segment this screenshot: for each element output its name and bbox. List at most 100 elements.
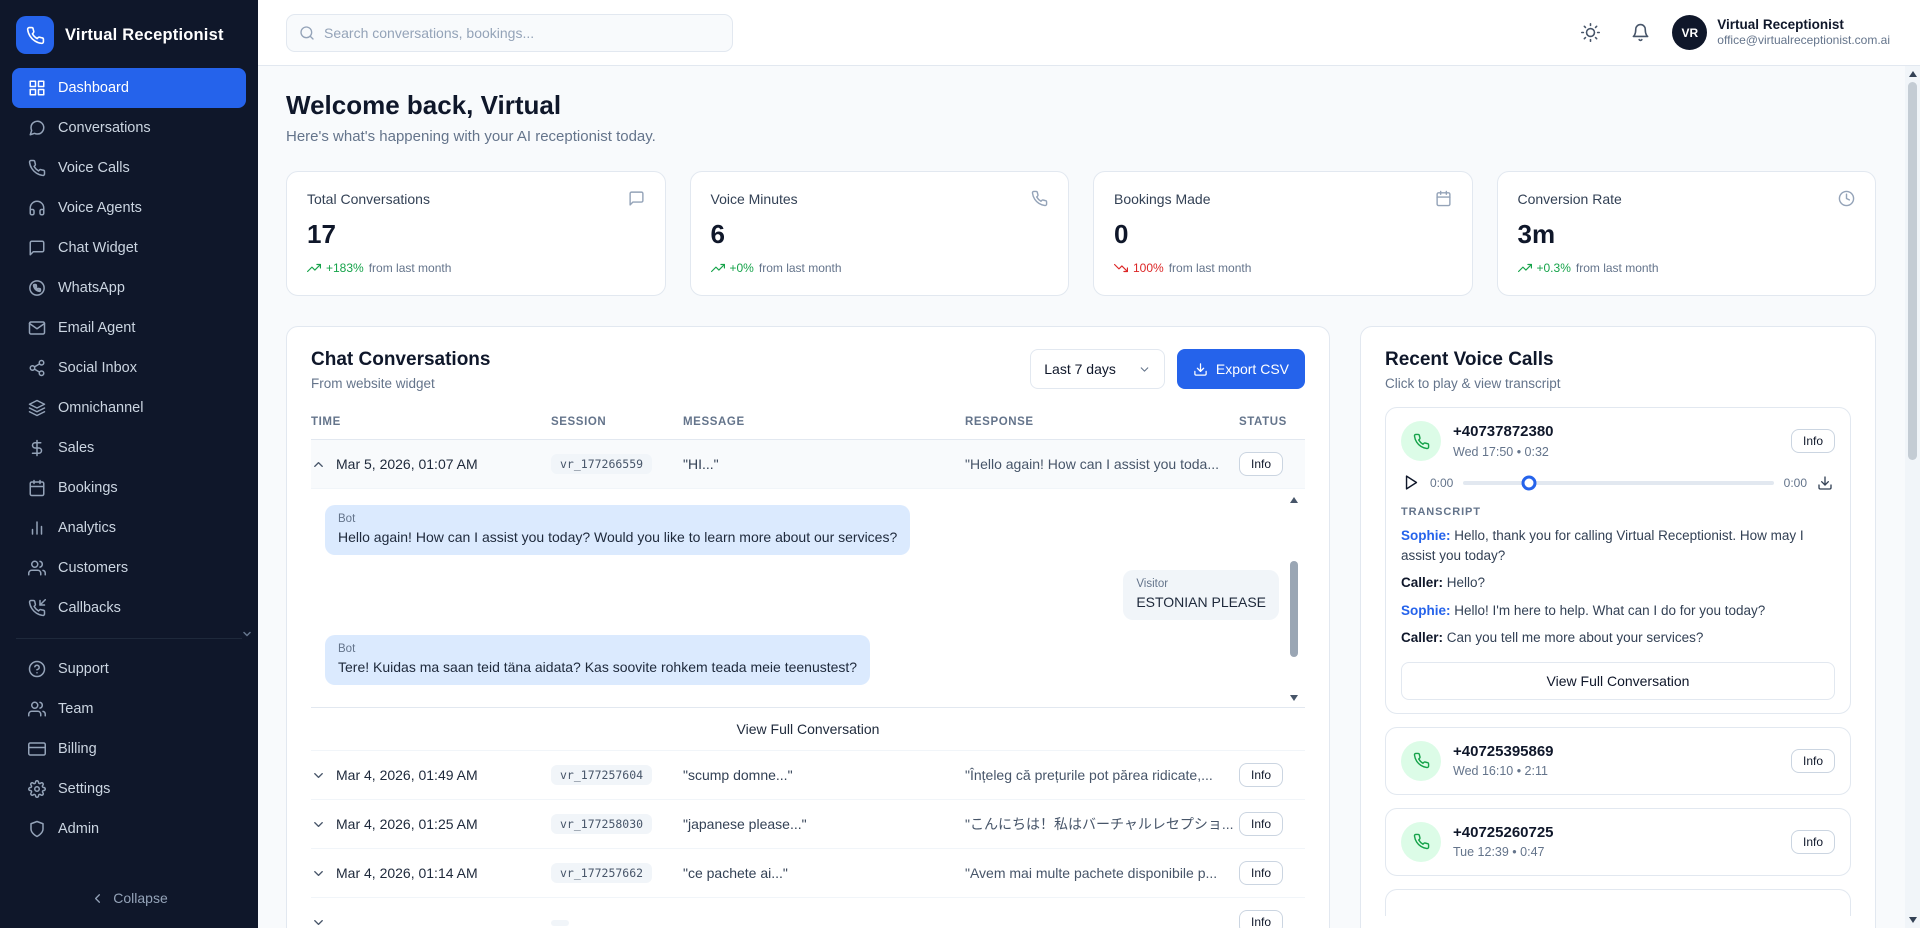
voice-call-card[interactable]: +40725260725 Tue 12:39 • 0:47 Info <box>1385 808 1851 876</box>
sidebar-item-dashboard[interactable]: Dashboard <box>12 68 246 108</box>
search-icon <box>299 25 315 41</box>
chevron-down-icon[interactable] <box>311 817 326 832</box>
sidebar-item-support[interactable]: Support <box>12 649 246 689</box>
conversation-scrollbar[interactable] <box>1288 497 1299 701</box>
sidebar-item-whatsapp[interactable]: WhatsApp <box>12 268 246 308</box>
download-recording-button[interactable] <box>1817 475 1833 491</box>
transcript-line: Sophie: Hello! I'm here to help. What ca… <box>1401 601 1835 621</box>
player-slider-thumb[interactable] <box>1521 475 1536 490</box>
player-seek-slider[interactable] <box>1463 481 1773 485</box>
sidebar: Virtual Receptionist Dashboard Conversat… <box>0 0 258 928</box>
call-number: +40737872380 <box>1453 422 1554 442</box>
conversation-time: Mar 5, 2026, 01:07 AM <box>336 456 478 472</box>
scroll-down-arrow-icon[interactable] <box>1290 695 1298 701</box>
sidebar-item-voice-calls[interactable]: Voice Calls <box>12 148 246 188</box>
sidebar-item-bookings[interactable]: Bookings <box>12 468 246 508</box>
info-badge[interactable]: Info <box>1239 763 1283 787</box>
chevron-up-icon[interactable] <box>311 457 326 472</box>
theme-toggle-button[interactable] <box>1572 15 1608 51</box>
voice-call-card[interactable] <box>1385 889 1851 916</box>
message-square-icon <box>28 239 46 257</box>
sidebar-item-email-agent[interactable]: Email Agent <box>12 308 246 348</box>
voice-call-card[interactable]: +40725395869 Wed 16:10 • 2:11 Info <box>1385 727 1851 795</box>
download-icon <box>1817 475 1833 491</box>
voice-call-card[interactable]: +40737872380 Wed 17:50 • 0:32 Info 0:00 <box>1385 407 1851 714</box>
calendar-icon <box>28 479 46 497</box>
info-badge[interactable]: Info <box>1791 429 1835 453</box>
headphones-icon <box>28 199 46 217</box>
scrollbar-thumb[interactable] <box>1908 82 1917 460</box>
conversation-row[interactable]: Info <box>311 897 1305 928</box>
sidebar-item-omnichannel[interactable]: Omnichannel <box>12 388 246 428</box>
stat-card-bookings-made: Bookings Made 0 100% from last month <box>1093 171 1473 296</box>
export-csv-button[interactable]: Export CSV <box>1177 349 1305 389</box>
sidebar-item-label: Dashboard <box>58 80 129 96</box>
sidebar-item-sales[interactable]: Sales <box>12 428 246 468</box>
chevron-down-icon[interactable] <box>311 915 326 928</box>
transcript-speaker: Sophie: <box>1401 603 1451 618</box>
user-menu[interactable]: VR Virtual Receptionist office@virtualre… <box>1672 15 1890 50</box>
conversation-row[interactable]: Mar 4, 2026, 01:25 AM vr_177258030 "japa… <box>311 799 1305 848</box>
sidebar-item-billing[interactable]: Billing <box>12 729 246 769</box>
topbar-right: VR Virtual Receptionist office@virtualre… <box>1572 15 1890 51</box>
chevron-down-icon[interactable] <box>311 768 326 783</box>
search-input[interactable] <box>324 25 720 41</box>
session-id <box>551 920 569 926</box>
play-button[interactable] <box>1403 474 1420 491</box>
search-box <box>286 14 733 52</box>
download-icon <box>1193 362 1208 377</box>
sidebar-item-label: Customers <box>58 560 128 576</box>
scroll-up-arrow-icon[interactable] <box>1290 497 1298 503</box>
sidebar-item-label: Team <box>58 701 93 717</box>
conversation-row[interactable]: Mar 5, 2026, 01:07 AM vr_177266559 "HI..… <box>311 440 1305 488</box>
trending-up-icon <box>711 261 725 275</box>
chat-panel-title: Chat Conversations <box>311 349 490 371</box>
info-badge[interactable]: Info <box>1239 812 1283 836</box>
conversation-message: "japanese please..." <box>683 816 965 832</box>
sidebar-collapse-button[interactable]: Collapse <box>78 882 179 914</box>
stat-value: 6 <box>711 219 1049 250</box>
sidebar-item-customers[interactable]: Customers <box>12 548 246 588</box>
main-content: Welcome back, Virtual Here's what's happ… <box>258 66 1920 928</box>
chevron-down-icon[interactable] <box>311 866 326 881</box>
message-text: ESTONIAN PLEASE <box>1136 593 1266 612</box>
page-scrollbar[interactable] <box>1905 66 1920 928</box>
trending-up-icon <box>1518 261 1532 275</box>
sidebar-item-label: Callbacks <box>58 600 121 616</box>
view-full-conversation-button[interactable]: View Full Conversation <box>1401 662 1835 700</box>
sidebar-scroll-down-icon[interactable] <box>241 628 253 640</box>
scroll-down-arrow-icon[interactable] <box>1909 917 1917 923</box>
sidebar-item-settings[interactable]: Settings <box>12 769 246 809</box>
scroll-up-arrow-icon[interactable] <box>1909 71 1917 77</box>
sidebar-item-label: Voice Agents <box>58 200 142 216</box>
sidebar-item-callbacks[interactable]: Callbacks <box>12 588 246 628</box>
sidebar-item-chat-widget[interactable]: Chat Widget <box>12 228 246 268</box>
sidebar-item-conversations[interactable]: Conversations <box>12 108 246 148</box>
sidebar-item-team[interactable]: Team <box>12 689 246 729</box>
conversation-time: Mar 4, 2026, 01:25 AM <box>336 816 478 832</box>
conversation-row[interactable]: Mar 4, 2026, 01:14 AM vr_177257662 "ce p… <box>311 848 1305 897</box>
info-badge[interactable]: Info <box>1791 830 1835 854</box>
sidebar-item-admin[interactable]: Admin <box>12 809 246 849</box>
conversation-message: "HI..." <box>683 456 965 472</box>
info-badge[interactable]: Info <box>1791 749 1835 773</box>
sidebar-item-analytics[interactable]: Analytics <box>12 508 246 548</box>
shield-icon <box>28 820 46 838</box>
date-range-select[interactable]: Last 7 days <box>1030 349 1165 389</box>
sidebar-secondary-nav: Support Team Billing Settings Admin <box>0 649 258 849</box>
users-icon <box>28 700 46 718</box>
chat-bubble-icon <box>628 190 645 207</box>
info-badge[interactable]: Info <box>1239 452 1283 476</box>
scrollbar-thumb[interactable] <box>1290 561 1298 657</box>
stat-card-voice-minutes: Voice Minutes 6 +0% from last month <box>690 171 1070 296</box>
notifications-button[interactable] <box>1622 15 1658 51</box>
info-badge[interactable]: Info <box>1239 861 1283 885</box>
sidebar-item-social-inbox[interactable]: Social Inbox <box>12 348 246 388</box>
conversation-row[interactable]: Mar 4, 2026, 01:49 AM vr_177257604 "scum… <box>311 750 1305 799</box>
app-logo[interactable]: Virtual Receptionist <box>0 0 258 68</box>
info-badge[interactable]: Info <box>1239 910 1283 928</box>
voice-panel-title: Recent Voice Calls <box>1385 349 1851 371</box>
sidebar-item-voice-agents[interactable]: Voice Agents <box>12 188 246 228</box>
session-id: vr_177266559 <box>551 454 652 474</box>
view-full-conversation-link[interactable]: View Full Conversation <box>311 707 1305 750</box>
